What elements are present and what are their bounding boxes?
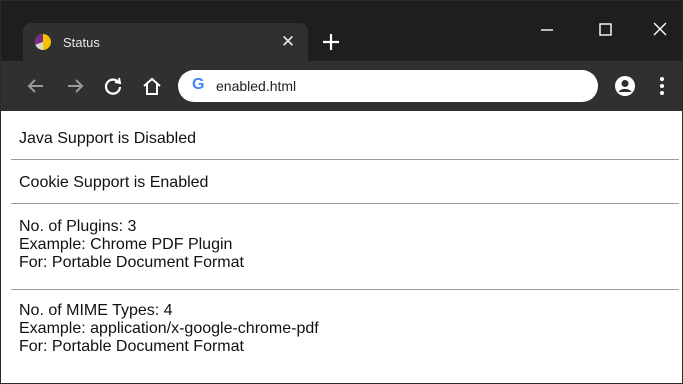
reload-icon[interactable] [102, 75, 124, 97]
forward-arrow-icon[interactable] [64, 75, 86, 97]
mime-example-text: Example: application/x-google-chrome-pdf [19, 320, 319, 337]
divider [11, 289, 679, 290]
minimize-icon[interactable] [531, 15, 563, 45]
plugins-example-text: Example: Chrome PDF Plugin [19, 236, 233, 253]
tab-title: Status [63, 35, 100, 50]
divider [11, 159, 679, 160]
back-arrow-icon[interactable] [25, 75, 47, 97]
active-tab[interactable]: Status ✕ [23, 23, 308, 63]
home-icon[interactable] [141, 75, 163, 97]
page-content: Java Support is Disabled Cookie Support … [1, 111, 682, 383]
title-bar: Status ✕ [1, 1, 682, 63]
plugins-count-text: No. of Plugins: 3 [19, 218, 137, 235]
divider [11, 203, 679, 204]
favicon-icon [35, 34, 51, 50]
address-bar[interactable]: G enabled.html [178, 70, 598, 102]
profile-avatar-icon[interactable] [613, 74, 637, 98]
mime-for-text: For: Portable Document Format [19, 338, 244, 355]
maximize-icon[interactable] [589, 15, 621, 45]
google-g-icon: G [192, 76, 205, 93]
plugins-for-text: For: Portable Document Format [19, 254, 244, 271]
more-menu-icon[interactable] [655, 74, 669, 98]
new-tab-plus-icon[interactable] [318, 29, 344, 55]
url-text: enabled.html [216, 78, 297, 94]
window-close-icon[interactable] [644, 15, 676, 45]
browser-window: Status ✕ G enabled.html Java Support is … [0, 0, 683, 384]
browser-toolbar: G enabled.html [1, 61, 682, 111]
cookie-status-text: Cookie Support is Enabled [19, 174, 209, 191]
java-status-text: Java Support is Disabled [19, 130, 196, 147]
mime-count-text: No. of MIME Types: 4 [19, 302, 173, 319]
tab-close-icon[interactable]: ✕ [278, 32, 298, 52]
